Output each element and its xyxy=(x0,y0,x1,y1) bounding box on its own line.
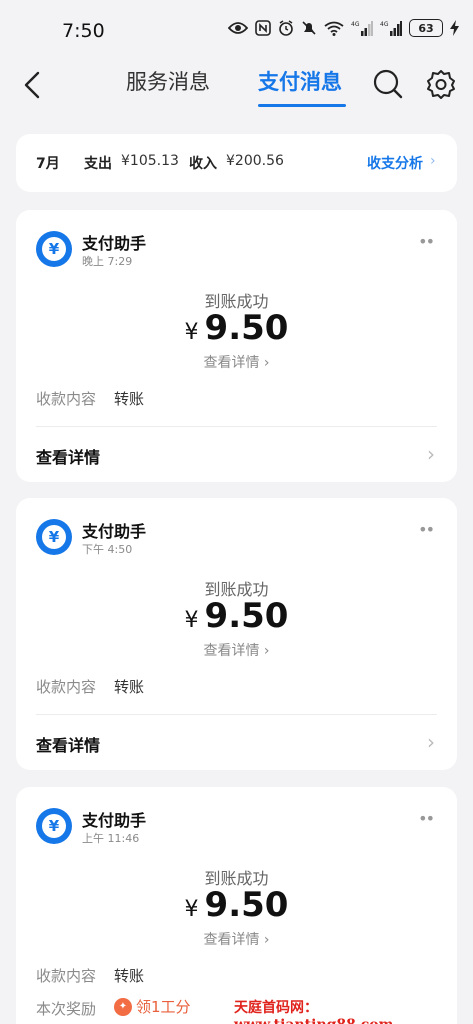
signal-icon: 4G xyxy=(351,21,373,36)
payment-message-card[interactable]: ¥ 支付助手 晚上 7:29 •• 到账成功 ¥9.50 查看详情 › 收款内容… xyxy=(16,210,457,482)
reward-badge[interactable]: ✦ 领1工分 xyxy=(114,996,191,1017)
more-icon[interactable]: •• xyxy=(418,809,435,828)
message-time: 下午 4:50 xyxy=(82,543,133,556)
tab-service-messages[interactable]: 服务消息 xyxy=(126,66,210,96)
payment-amount: ¥9.50 xyxy=(184,885,289,925)
divider xyxy=(36,714,437,715)
view-details-link[interactable]: 查看详情 › xyxy=(16,640,457,660)
eye-icon xyxy=(228,22,248,34)
payment-amount: ¥9.50 xyxy=(184,308,289,348)
message-time: 晚上 7:29 xyxy=(82,255,133,268)
content-value: 转账 xyxy=(114,390,145,408)
charging-icon xyxy=(450,20,459,36)
expense-value: ¥105.13 xyxy=(121,153,179,169)
payment-amount: ¥9.50 xyxy=(184,596,289,636)
message-time: 上午 11:46 xyxy=(82,832,140,845)
sender-name: 支付助手 xyxy=(82,522,147,541)
svg-text:4G: 4G xyxy=(351,21,360,28)
sender-name: 支付助手 xyxy=(82,234,147,253)
sender-name: 支付助手 xyxy=(82,811,147,830)
status-icons: 4G 4G 63 xyxy=(228,19,459,37)
more-icon[interactable]: •• xyxy=(418,520,435,539)
signal-icon: 4G xyxy=(380,21,402,36)
divider xyxy=(36,426,437,427)
content-label: 收款内容 xyxy=(36,967,97,985)
chevron-right-icon: › xyxy=(427,730,435,754)
yuan-icon: ¥ xyxy=(36,808,72,844)
back-icon[interactable] xyxy=(18,70,48,100)
summary-month: 7月 xyxy=(36,156,60,172)
income-value: ¥200.56 xyxy=(226,153,284,169)
wifi-icon xyxy=(324,21,344,36)
view-details-link[interactable]: 查看详情 › xyxy=(16,352,457,372)
content-label: 收款内容 xyxy=(36,678,97,696)
more-icon[interactable]: •• xyxy=(418,232,435,251)
alarm-icon xyxy=(279,20,293,36)
search-icon[interactable] xyxy=(372,68,404,100)
top-nav: 服务消息 支付消息 xyxy=(0,60,473,112)
expense-label: 支出 xyxy=(84,156,112,172)
view-details-button[interactable]: 查看详情 xyxy=(36,444,100,468)
yuan-icon: ¥ xyxy=(36,519,72,555)
reward-text: 领1工分 xyxy=(136,998,191,1016)
view-details-button[interactable]: 查看详情 xyxy=(36,732,100,756)
reward-label: 本次奖励 xyxy=(36,1000,97,1018)
chevron-right-icon: › xyxy=(427,442,435,466)
chevron-right-icon: › xyxy=(430,153,436,169)
content-label: 收款内容 xyxy=(36,390,97,408)
watermark: 天庭首码网：www.tianting88.com xyxy=(234,1000,393,1024)
content-value: 转账 xyxy=(114,967,145,985)
mute-icon xyxy=(302,21,316,35)
status-time: 7:50 xyxy=(62,20,105,42)
gear-icon[interactable] xyxy=(425,68,457,100)
tab-payment-messages[interactable]: 支付消息 xyxy=(258,66,342,96)
nfc-icon xyxy=(255,20,271,36)
status-bar: 7:50 4G 4G 63 xyxy=(0,0,473,60)
svg-text:4G: 4G xyxy=(380,21,389,28)
monthly-summary: 7月 支出 ¥105.13 收入 ¥200.56 收支分析 › xyxy=(16,134,457,192)
yuan-icon: ¥ xyxy=(36,231,72,267)
active-tab-indicator xyxy=(258,104,346,107)
income-label: 收入 xyxy=(189,156,217,172)
payment-message-card[interactable]: ¥ 支付助手 上午 11:46 •• 到账成功 ¥9.50 查看详情 › 收款内… xyxy=(16,787,457,1024)
analysis-link[interactable]: 收支分析 xyxy=(367,153,423,173)
view-details-link[interactable]: 查看详情 › xyxy=(16,929,457,949)
battery-icon: 63 xyxy=(409,19,443,37)
content-value: 转账 xyxy=(114,678,145,696)
reward-icon: ✦ xyxy=(114,997,132,1016)
payment-message-card[interactable]: ¥ 支付助手 下午 4:50 •• 到账成功 ¥9.50 查看详情 › 收款内容… xyxy=(16,498,457,770)
